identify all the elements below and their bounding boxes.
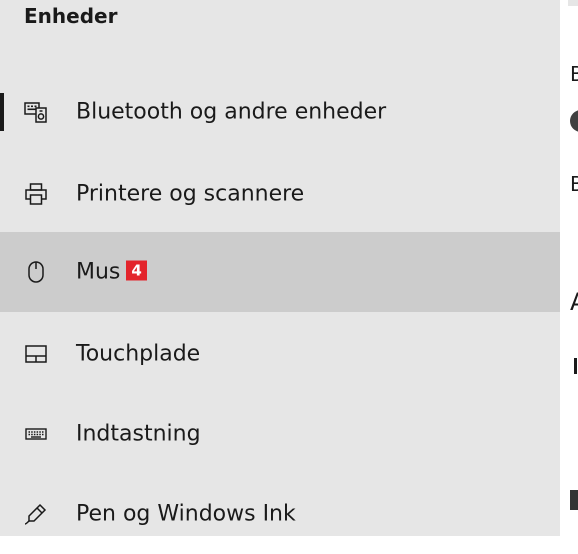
pen-icon <box>24 502 48 526</box>
sidebar-item-pen[interactable]: Pen og Windows Ink <box>0 474 560 554</box>
toggle-fragment[interactable] <box>570 110 578 132</box>
printer-icon <box>24 182 48 206</box>
content-text-fragment: B <box>570 62 578 86</box>
sidebar-item-bluetooth[interactable]: Bluetooth og andre enheder <box>0 72 560 152</box>
sidebar-item-label: Pen og Windows Ink <box>76 501 296 527</box>
bluetooth-devices-icon <box>24 100 48 124</box>
step-badge: 4 <box>126 260 147 281</box>
sidebar-item-label: Mus 4 <box>76 260 147 285</box>
sidebar-item-label: Touchplade <box>76 341 201 367</box>
content-header-fragment <box>568 0 578 6</box>
section-title: Enheder <box>24 4 118 28</box>
touchpad-icon <box>24 342 48 366</box>
checkbox-fragment[interactable] <box>570 490 578 510</box>
sidebar-item-mouse[interactable]: Mus 4 <box>0 232 560 312</box>
content-text-fragment: B <box>570 172 578 196</box>
settings-sidebar: Enheder Bluetooth og andre enheder Print… <box>0 0 560 536</box>
sidebar-item-label: Indtastning <box>76 421 201 447</box>
mouse-icon <box>24 260 48 284</box>
content-link-fragment[interactable] <box>574 358 577 374</box>
sidebar-item-touchpad[interactable]: Touchplade <box>0 314 560 394</box>
sidebar-item-typing[interactable]: Indtastning <box>0 394 560 474</box>
sidebar-item-printers[interactable]: Printere og scannere <box>0 154 560 234</box>
keyboard-icon <box>24 422 48 446</box>
content-heading-fragment: A <box>570 288 578 316</box>
sidebar-item-label: Printere og scannere <box>76 181 305 207</box>
sidebar-item-label: Bluetooth og andre enheder <box>76 99 387 125</box>
active-indicator <box>0 93 4 131</box>
content-pane: B B A <box>560 0 578 536</box>
